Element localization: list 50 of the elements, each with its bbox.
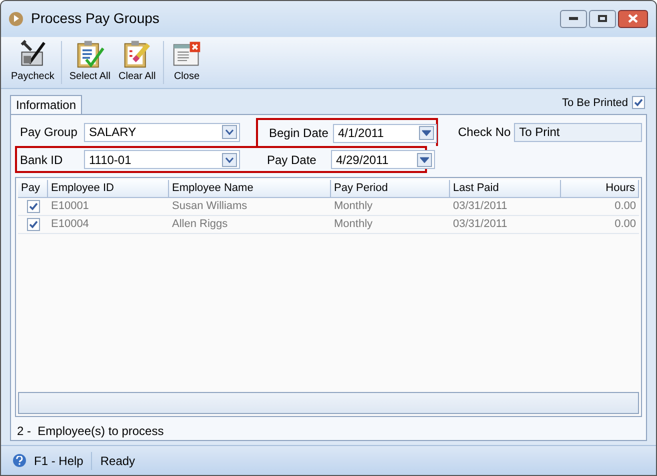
- dropdown-field[interactable]: SALARY: [84, 122, 240, 142]
- close-button[interactable]: [618, 10, 648, 28]
- tab[interactable]: Information: [10, 95, 82, 114]
- field-label: Check No: [458, 124, 512, 142]
- table-cell-text: Monthly: [333, 217, 374, 232]
- minimize-button[interactable]: [560, 10, 587, 28]
- app-icon: [9, 12, 23, 26]
- toolbar-button[interactable]: Close: [166, 36, 207, 88]
- date-picker[interactable]: 4/29/2011: [331, 150, 435, 170]
- toolbar-button[interactable]: Clear All: [114, 36, 160, 88]
- chevron-down-icon: [417, 152, 432, 167]
- chevron-down-icon: [222, 125, 237, 140]
- field-label: Pay Group: [20, 124, 76, 142]
- minimize-icon: [569, 17, 578, 20]
- dropdown-field[interactable]: 1110-01: [84, 150, 240, 170]
- date-picker[interactable]: 4/1/2011: [333, 124, 437, 143]
- toolbar-button[interactable]: Paycheck: [7, 36, 58, 88]
- column-header[interactable]: Last Paid: [450, 180, 561, 198]
- table-cell-text: 0.00: [614, 217, 637, 232]
- checkbox-label: To Be Printed: [562, 96, 628, 111]
- help-hint: F1 - Help: [34, 452, 84, 470]
- table-cell-text: 03/31/2011: [452, 199, 508, 214]
- column-header[interactable]: Employee ID: [48, 180, 169, 198]
- table-cell-text: 0.00: [614, 199, 637, 214]
- close-icon: [628, 14, 638, 24]
- field-label: Bank ID: [20, 152, 64, 169]
- column-header[interactable]: Pay Period: [331, 180, 450, 198]
- window-title: Process Pay Groups: [31, 9, 160, 28]
- column-header[interactable]: Pay: [18, 180, 48, 198]
- checkbox[interactable]: [26, 218, 40, 232]
- table-cell-text: Monthly: [333, 199, 374, 214]
- column-header[interactable]: Hours: [561, 180, 639, 198]
- table-cell-text: E10001: [50, 199, 90, 214]
- table-cell-text: Susan Williams: [171, 199, 248, 214]
- chevron-down-icon: [419, 126, 434, 140]
- status-text: Ready: [100, 452, 136, 470]
- record-count: 2 - Employee(s) to process: [16, 423, 165, 440]
- table-cell-text: Allen Riggs: [171, 217, 229, 232]
- text-field[interactable]: To Print: [514, 122, 642, 142]
- table-cell-text: 03/31/2011: [452, 217, 508, 232]
- chevron-down-icon: [222, 152, 237, 167]
- checkbox[interactable]: [632, 96, 645, 110]
- maximize-button[interactable]: [589, 10, 616, 28]
- toolbar-button[interactable]: Select All: [65, 36, 114, 88]
- field-label: Pay Date: [267, 152, 318, 169]
- table-cell-text: E10004: [50, 217, 90, 232]
- checkbox[interactable]: [26, 200, 40, 214]
- column-header[interactable]: Employee Name: [169, 180, 331, 198]
- maximize-icon: [598, 15, 607, 22]
- help-icon: [13, 454, 26, 468]
